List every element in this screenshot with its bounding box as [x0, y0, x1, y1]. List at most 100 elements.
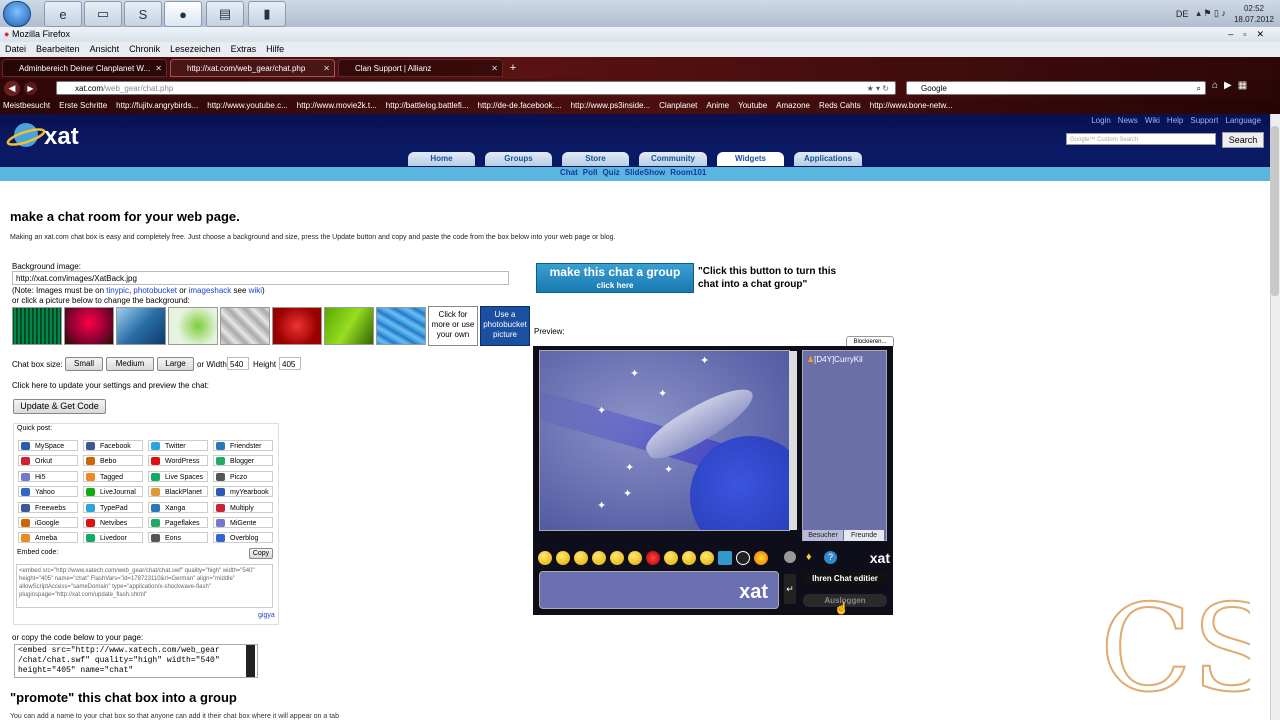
- menu-datei[interactable]: Datei: [5, 42, 26, 57]
- code-textarea[interactable]: <embed src="http://www.xatech.com/web_ge…: [14, 644, 258, 678]
- smiley-icon[interactable]: [592, 551, 606, 565]
- smiley-icon[interactable]: [538, 551, 552, 565]
- chat-message-input[interactable]: xat: [539, 571, 779, 609]
- bookmark-item[interactable]: Meistbesucht: [3, 98, 50, 114]
- browser-tab-adminbereich[interactable]: Adminbereich Deiner Clanplanet W... ✕: [2, 59, 167, 77]
- quick-post-bebo[interactable]: Bebo: [83, 455, 143, 467]
- quick-post-livejournal[interactable]: LiveJournal: [83, 486, 143, 498]
- forward-icon[interactable]: ▶: [24, 82, 37, 95]
- menu-lesezeichen[interactable]: Lesezeichen: [170, 42, 221, 57]
- subnav-quiz[interactable]: Quiz: [602, 168, 619, 177]
- nav-widgets[interactable]: Widgets: [717, 152, 784, 166]
- bookmark-item[interactable]: Reds Cahts: [819, 98, 861, 114]
- link-news[interactable]: News: [1118, 116, 1138, 125]
- bookmark-item[interactable]: Anime: [706, 98, 729, 114]
- quick-post-overblog[interactable]: Overblog: [213, 532, 273, 544]
- quick-post-pageflakes[interactable]: Pageflakes: [148, 517, 208, 528]
- quick-post-yahoo[interactable]: Yahoo: [18, 486, 78, 498]
- bookmark-item[interactable]: http://fujitv.angrybirds...: [116, 98, 198, 114]
- menu-bearbeiten[interactable]: Bearbeiten: [36, 42, 80, 57]
- nav-store[interactable]: Store: [562, 152, 629, 166]
- code-scrollbar[interactable]: [246, 645, 255, 677]
- link-help[interactable]: Help: [1167, 116, 1183, 125]
- search-icon[interactable]: ⌕: [1197, 82, 1201, 96]
- width-input[interactable]: 540: [227, 357, 249, 370]
- subnav-chat[interactable]: Chat: [560, 168, 578, 177]
- quick-post-tagged[interactable]: Tagged: [83, 470, 143, 482]
- quick-post-livedoor[interactable]: Livedoor: [83, 532, 143, 544]
- smiley-icon[interactable]: [556, 551, 570, 565]
- quick-post-migente[interactable]: MiGente: [213, 517, 273, 528]
- new-tab-icon[interactable]: +: [506, 61, 520, 75]
- link-imageshack[interactable]: imageshack: [189, 286, 232, 295]
- bg-thumb-puzzle[interactable]: [220, 307, 270, 345]
- gigya-link[interactable]: gigya: [258, 612, 275, 619]
- smiley-icon[interactable]: [736, 551, 750, 565]
- start-button[interactable]: [3, 1, 31, 27]
- link-support[interactable]: Support: [1190, 116, 1218, 125]
- close-icon[interactable]: ✕: [155, 60, 162, 76]
- menu-hilfe[interactable]: Hilfe: [266, 42, 284, 57]
- site-search-input[interactable]: Google™ Custom Search: [1066, 133, 1216, 145]
- smiley-icon[interactable]: [718, 551, 732, 565]
- firefox-icon[interactable]: ●: [164, 1, 202, 27]
- ie-icon[interactable]: e: [44, 1, 82, 27]
- size-large-button[interactable]: Large: [157, 357, 194, 371]
- xat-logo[interactable]: xat: [6, 118, 96, 152]
- smiley-icon[interactable]: [574, 551, 588, 565]
- link-language[interactable]: Language: [1225, 116, 1261, 125]
- browser-tab-xat[interactable]: http://xat.com/web_gear/chat.php ✕: [170, 59, 335, 77]
- skype-icon[interactable]: S: [124, 1, 162, 27]
- url-bar[interactable]: xat.com/web_gear/chat.php ★ ▾ ↻: [56, 81, 896, 95]
- bg-thumb-spiderman[interactable]: [64, 307, 114, 345]
- copy-button[interactable]: Copy: [249, 548, 273, 559]
- bg-image-input[interactable]: http://xat.com/images/XatBack.jpg: [12, 271, 509, 285]
- bookmark-item[interactable]: Amazone: [776, 98, 810, 114]
- update-get-code-button[interactable]: Update & Get Code: [13, 399, 106, 414]
- quick-post-freewebs[interactable]: Freewebs: [18, 501, 78, 513]
- quick-post-piczo[interactable]: Piczo: [213, 470, 273, 482]
- bg-thumb-water[interactable]: [376, 307, 426, 345]
- quick-post-blogger[interactable]: Blogger: [213, 455, 273, 467]
- menu-extras[interactable]: Extras: [231, 42, 257, 57]
- height-input[interactable]: 405: [279, 357, 301, 370]
- menu-ansicht[interactable]: Ansicht: [90, 42, 120, 57]
- subnav-room101[interactable]: Room101: [670, 168, 706, 177]
- bookmark-item[interactable]: http://www.movie2k.t...: [297, 98, 377, 114]
- tab-friends[interactable]: Freunde: [844, 530, 884, 541]
- quick-post-myspace[interactable]: MySpace: [18, 440, 78, 451]
- sound-icon[interactable]: [784, 551, 796, 563]
- quick-post-hi5[interactable]: Hi5: [18, 470, 78, 482]
- bg-thumb-green-apple[interactable]: [168, 307, 218, 345]
- bookmark-item[interactable]: Youtube: [738, 98, 767, 114]
- smiley-icon[interactable]: [682, 551, 696, 565]
- bg-thumb-matrix[interactable]: [12, 307, 62, 345]
- embed-code-textarea[interactable]: <embed src="http://www.xatech.com/web_ge…: [16, 564, 273, 608]
- quick-post-ameba[interactable]: Ameba: [18, 532, 78, 544]
- toolbar-addon-icons[interactable]: ⌂▶▦: [1212, 80, 1272, 96]
- smiley-icon[interactable]: [610, 551, 624, 565]
- nav-home[interactable]: Home: [408, 152, 475, 166]
- tray-icons[interactable]: ▴ ⚑ ▯ ♪: [1196, 8, 1226, 19]
- smiley-icon[interactable]: [754, 551, 768, 565]
- menu-chronik[interactable]: Chronik: [129, 42, 160, 57]
- quick-post-facebook[interactable]: Facebook: [83, 440, 143, 451]
- send-icon[interactable]: ↵: [784, 574, 796, 604]
- browser-search[interactable]: Google ⌕: [906, 81, 1206, 95]
- user-list[interactable]: ♟[D4Y]CurryKil: [802, 350, 887, 541]
- quick-post-multiply[interactable]: Multiply: [213, 501, 273, 513]
- bookmark-item[interactable]: http://www.bone-netw...: [870, 98, 953, 114]
- link-tinypic[interactable]: tinypic: [106, 286, 129, 295]
- site-search-button[interactable]: Search: [1222, 132, 1264, 148]
- quick-post-orkut[interactable]: Orkut: [18, 455, 78, 467]
- link-photobucket[interactable]: photobucket: [133, 286, 177, 295]
- quick-post-netvibes[interactable]: Netvibes: [83, 517, 143, 528]
- photobucket-bg-button[interactable]: Use a photobucket picture: [480, 306, 530, 346]
- custom-bg-button[interactable]: Click for more or use your own: [428, 306, 478, 346]
- quick-post-live-spaces[interactable]: Live Spaces: [148, 470, 208, 482]
- clock[interactable]: 02:52 18.07.2012: [1234, 3, 1274, 25]
- size-medium-button[interactable]: Medium: [106, 357, 154, 371]
- make-group-button[interactable]: make this chat a group click here: [536, 263, 694, 293]
- bookmark-item[interactable]: http://battlelog.battlefi...: [386, 98, 469, 114]
- subnav-slideshow[interactable]: SlideShow: [625, 168, 665, 177]
